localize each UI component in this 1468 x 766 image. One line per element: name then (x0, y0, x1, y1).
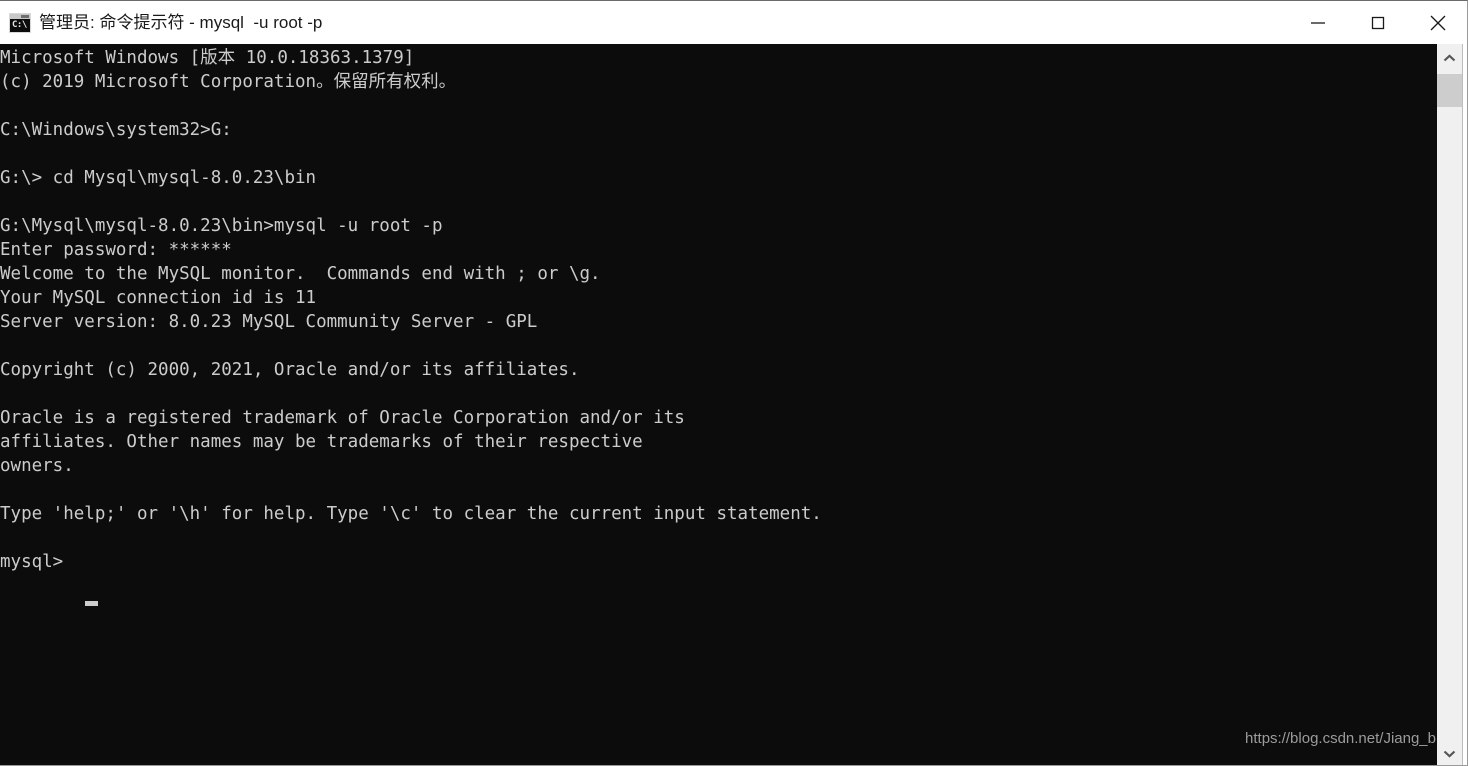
console-output-area[interactable]: Microsoft Windows [版本 10.0.18363.1379] (… (0, 44, 1438, 765)
chevron-up-icon (1443, 53, 1456, 61)
maximize-icon (1371, 16, 1385, 29)
watermark-url: https://blog.csdn.net/Jiang_b (1245, 730, 1436, 747)
vertical-scrollbar[interactable] (1437, 44, 1462, 765)
scrollbar-gutter (1462, 44, 1467, 765)
maximize-button[interactable] (1348, 1, 1408, 44)
scroll-down-button[interactable] (1437, 739, 1462, 765)
close-icon (1430, 15, 1446, 30)
title-bar[interactable]: C:\ 管理员: 命令提示符 - mysql -u root -p (0, 1, 1467, 44)
window-title: 管理员: 命令提示符 - mysql -u root -p (39, 13, 323, 32)
command-prompt-window: C:\ 管理员: 命令提示符 - mysql -u root -p Micros… (0, 0, 1468, 766)
cmd-icon: C:\ (9, 12, 31, 33)
minimize-icon (1311, 21, 1325, 24)
cmd-icon-prompt-glyph: C:\ (12, 19, 27, 30)
chevron-down-icon (1443, 750, 1456, 758)
block-cursor (85, 601, 98, 606)
console-text: Microsoft Windows [版本 10.0.18363.1379] (… (0, 48, 822, 572)
scroll-thumb[interactable] (1437, 74, 1462, 107)
scroll-up-button[interactable] (1437, 44, 1462, 72)
window-controls (1288, 1, 1467, 44)
close-button[interactable] (1408, 1, 1467, 44)
minimize-button[interactable] (1288, 1, 1348, 44)
